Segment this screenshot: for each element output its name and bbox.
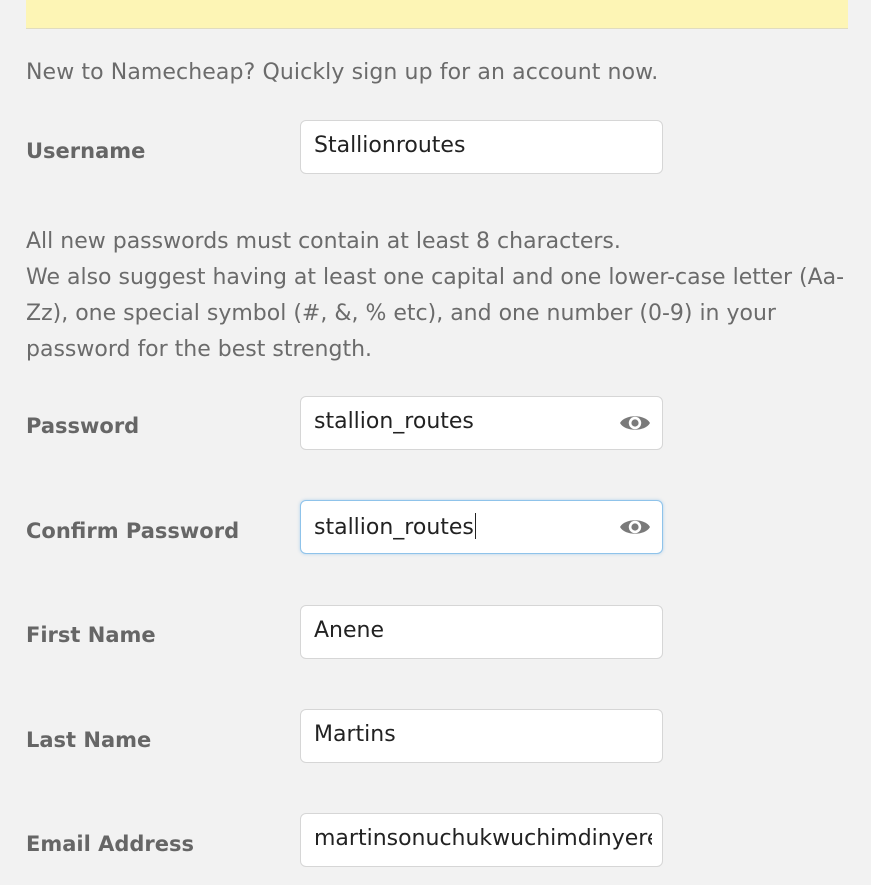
confirm-password-label: Confirm Password (26, 519, 240, 543)
email-value: martinsonuchukwuchimdinyere (314, 826, 652, 851)
password-value: stallion_routes (314, 409, 474, 434)
last-name-value: Martins (314, 722, 396, 747)
eye-icon[interactable] (618, 514, 652, 540)
signup-intro-text: New to Namecheap? Quickly sign up for an… (26, 60, 659, 85)
username-label: Username (26, 139, 146, 163)
email-input[interactable]: martinsonuchukwuchimdinyere (300, 813, 663, 867)
eye-icon[interactable] (618, 410, 652, 436)
first-name-value: Anene (314, 618, 385, 643)
username-value: Stallionroutes (314, 133, 466, 158)
password-hint-line: Zz), one special symbol (#, &, % etc), a… (26, 301, 776, 326)
confirm-password-input[interactable]: stallion_routes (300, 500, 663, 554)
confirm-password-value: stallion_routes (314, 515, 474, 540)
password-input[interactable]: stallion_routes (300, 396, 663, 450)
password-hint-line: All new passwords must contain at least … (26, 229, 621, 254)
first-name-input[interactable]: Anene (300, 605, 663, 659)
notice-bar (26, 0, 848, 29)
password-hint-line: We also suggest having at least one capi… (26, 265, 845, 290)
text-caret (474, 513, 476, 539)
first-name-label: First Name (26, 623, 156, 647)
password-label: Password (26, 414, 140, 438)
username-input[interactable]: Stallionroutes (300, 120, 663, 174)
password-hint: All new passwords must contain at least … (26, 224, 846, 368)
last-name-label: Last Name (26, 728, 152, 752)
email-label: Email Address (26, 832, 195, 856)
last-name-input[interactable]: Martins (300, 709, 663, 763)
password-hint-line: password for the best strength. (26, 337, 373, 362)
signup-form: New to Namecheap? Quickly sign up for an… (0, 0, 871, 885)
